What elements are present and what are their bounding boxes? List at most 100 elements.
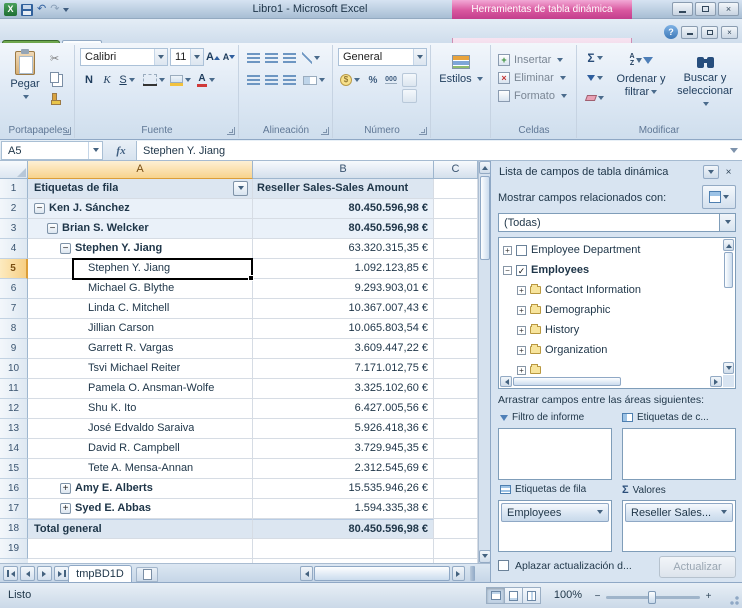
field-source-combo[interactable]: (Todas) [498,213,736,232]
next-sheet-icon[interactable] [37,566,52,581]
column-header-c[interactable]: C [434,161,478,179]
row-header-17[interactable]: 17 [0,499,28,519]
expand-formula-bar-icon[interactable] [730,148,738,153]
last-sheet-icon[interactable] [54,566,69,581]
cut-button[interactable]: ✂ [50,50,72,67]
workbook-minimize-button[interactable] [681,25,698,39]
empty-cell[interactable] [434,519,478,539]
empty-cell[interactable] [434,319,478,339]
pane-options-icon[interactable] [703,165,719,179]
currency-format-button[interactable]: $ [338,71,362,89]
chevron-down-icon[interactable] [413,49,426,65]
comma-format-button[interactable]: 000 [382,71,400,89]
column-labels-zone[interactable] [622,428,736,480]
row-label-cell[interactable]: Tete A. Mensa-Annan [28,459,253,479]
scroll-up-icon[interactable] [723,239,734,251]
field-tree-item[interactable]: + [500,360,722,375]
value-cell[interactable]: 5.926.418,36 € [253,419,434,439]
merge-center-button[interactable] [302,71,326,89]
increase-decimal-button[interactable] [402,73,417,87]
field-tree-item[interactable]: + Organization [500,340,722,360]
row-label-cell[interactable]: Total general [28,519,253,539]
fill-color-button[interactable] [168,71,192,89]
expand-toggle[interactable]: + [60,483,71,494]
empty-cell[interactable] [434,259,478,279]
paste-button[interactable]: Pegar [4,47,46,123]
empty-cell[interactable] [434,279,478,299]
column-header-a[interactable]: A [28,161,253,179]
pane-layout-button[interactable] [702,185,736,209]
value-cell[interactable]: 3.609.447,22 € [253,339,434,359]
value-cell[interactable]: 1.594.335,38 € [253,499,434,519]
row-header-10[interactable]: 10 [0,359,28,379]
scrollbar-thumb[interactable] [314,566,450,581]
field-tree-item[interactable]: + Employee Department [500,240,722,260]
field-checkbox[interactable]: ✓ [516,264,527,276]
scroll-left-icon[interactable] [500,376,512,387]
align-bottom-button[interactable] [280,49,298,67]
empty-cell[interactable] [434,359,478,379]
expand-toggle[interactable]: + [517,285,526,295]
row-header-14[interactable]: 14 [0,439,28,459]
dialog-launcher-icon[interactable] [419,127,427,135]
autosum-button[interactable]: Σ [582,49,608,67]
scroll-down-icon[interactable] [723,362,734,374]
row-header-16[interactable]: 16 [0,479,28,499]
empty-cell[interactable] [434,179,478,199]
empty-cell[interactable] [434,399,478,419]
format-cells-button[interactable]: Formato [498,87,567,104]
scrollbar-thumb[interactable] [724,252,733,288]
row-label-cell[interactable]: Tsvi Michael Reiter [28,359,253,379]
close-button[interactable]: × [718,2,739,16]
row-label-cell[interactable]: Stephen Y. Jiang [28,259,253,279]
collapse-toggle[interactable]: − [503,265,512,275]
normal-view-button[interactable] [486,587,505,604]
field-tree-item[interactable]: + History [500,320,722,340]
empty-cell[interactable] [434,479,478,499]
insert-function-button[interactable]: fx [108,141,134,160]
align-top-button[interactable] [244,49,262,67]
workbook-restore-button[interactable] [701,25,718,39]
empty-cell[interactable] [434,499,478,519]
restore-button[interactable] [695,2,716,16]
row-label-cell[interactable]: + Syed E. Abbas [28,499,253,519]
value-cell[interactable]: 2.312.545,69 € [253,459,434,479]
close-icon[interactable]: × [721,165,736,179]
orientation-button[interactable] [302,49,320,67]
row-header-9[interactable]: 9 [0,339,28,359]
tab-split-handle[interactable] [470,566,475,581]
formula-input[interactable]: Stephen Y. Jiang [136,141,742,160]
empty-cell[interactable] [434,419,478,439]
row-header-5[interactable]: 5 [0,259,28,279]
grow-font-button[interactable]: A [205,48,221,66]
scroll-right-icon[interactable] [710,376,722,387]
row-label-cell[interactable]: Garrett R. Vargas [28,339,253,359]
scrollbar-thumb[interactable] [513,377,621,386]
row-header-7[interactable]: 7 [0,299,28,319]
value-cell[interactable]: 80.450.596,98 € [253,199,434,219]
row-header-4[interactable]: 4 [0,239,28,259]
excel-app-icon[interactable]: X [4,3,17,16]
value-cell[interactable]: 10.367.007,43 € [253,299,434,319]
expand-toggle[interactable]: + [517,305,526,315]
zoom-in-button[interactable]: + [703,591,714,602]
insert-worksheet-button[interactable] [136,567,158,582]
zoom-slider-thumb[interactable] [648,591,656,604]
minimize-button[interactable] [672,2,693,16]
empty-cell[interactable] [434,239,478,259]
format-painter-button[interactable] [51,89,74,106]
value-cell[interactable]: 80.450.596,98 € [253,219,434,239]
align-left-button[interactable] [244,71,262,89]
customize-qat-icon[interactable] [63,7,70,12]
undo-icon[interactable]: ↶ [37,3,46,16]
row-label-cell[interactable]: Linda C. Mitchell [28,299,253,319]
expand-toggle[interactable]: + [503,245,512,255]
clear-button[interactable] [582,89,608,107]
zoom-out-button[interactable]: − [592,591,603,602]
copy-button[interactable] [50,69,72,86]
font-size-combo[interactable]: 11 [170,48,204,66]
decrease-decimal-button[interactable] [402,89,417,103]
scroll-right-icon[interactable] [452,566,465,581]
row-header-3[interactable]: 3 [0,219,28,239]
sort-filter-button[interactable]: AZ Ordenar y filtrar [610,47,672,123]
